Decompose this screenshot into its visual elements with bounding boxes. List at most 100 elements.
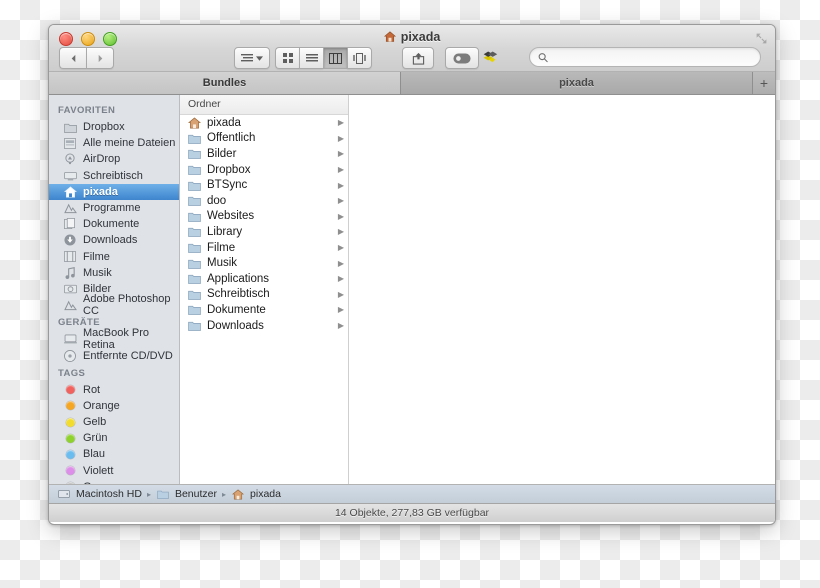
sidebar-item-alle-meine-dateien[interactable]: Alle meine Dateien <box>49 135 179 151</box>
list-item[interactable]: Dokumente ▶ <box>180 302 348 318</box>
sidebar-item-tag-gruen[interactable]: Grün <box>49 430 179 446</box>
sidebar-item-pixada[interactable]: pixada <box>49 183 179 200</box>
disclosure-triangle-icon[interactable]: ▶ <box>338 321 344 330</box>
sidebar-item-label: Entfernte CD/DVD <box>83 349 173 362</box>
sidebar-section-tags: TAGS <box>58 367 86 379</box>
sidebar-item-label: Filme <box>83 250 110 263</box>
list-item[interactable]: Dropbox ▶ <box>180 162 348 178</box>
fullscreen-arrows-icon[interactable] <box>755 32 768 45</box>
sidebar-item-tag-violett[interactable]: Violett <box>49 463 179 479</box>
list-item[interactable]: Bilder ▶ <box>180 146 348 162</box>
list-item-label: Applications <box>207 272 270 285</box>
sidebar-item-musik[interactable]: Musik <box>49 265 179 281</box>
forward-button[interactable] <box>86 47 114 69</box>
disclosure-triangle-icon[interactable]: ▶ <box>338 134 344 143</box>
list-item-label: Library <box>207 225 243 238</box>
sidebar-item-airdrop[interactable]: AirDrop <box>49 151 179 167</box>
sidebar: FAVORITEN Dropbox Alle meine Dateien Air… <box>49 95 180 484</box>
disclosure-triangle-icon[interactable]: ▶ <box>338 118 344 127</box>
list-item[interactable]: Library ▶ <box>180 224 348 240</box>
sidebar-item-downloads[interactable]: Downloads <box>49 232 179 248</box>
list-item[interactable]: Downloads ▶ <box>180 318 348 334</box>
sidebar-item-tag-orange[interactable]: Orange <box>49 398 179 414</box>
sidebar-item-label: Blau <box>83 448 106 461</box>
list-item[interactable]: BTSync ▶ <box>180 177 348 193</box>
list-item[interactable]: Schreibtisch ▶ <box>180 287 348 303</box>
tag-dot-icon <box>63 416 77 429</box>
dropbox-app-icon[interactable] <box>481 46 499 66</box>
disclosure-triangle-icon[interactable]: ▶ <box>338 274 344 283</box>
list-item[interactable]: Öffentlich ▶ <box>180 131 348 147</box>
column-view-button[interactable] <box>323 47 347 69</box>
list-item[interactable]: Websites ▶ <box>180 209 348 225</box>
sidebar-item-programme[interactable]: Programme <box>49 200 179 216</box>
tag-button[interactable] <box>445 47 479 69</box>
coverflow-view-button[interactable] <box>347 47 372 69</box>
tab-label: Bundles <box>202 77 247 89</box>
disclosure-triangle-icon[interactable]: ▶ <box>338 165 344 174</box>
sidebar-item-label: Musik <box>83 266 112 279</box>
new-tab-label: + <box>759 75 769 91</box>
disclosure-triangle-icon[interactable]: ▶ <box>338 212 344 221</box>
breadcrumb-label[interactable]: pixada <box>250 488 281 500</box>
folder-icon <box>187 225 201 238</box>
tab-bundles[interactable]: Bundles <box>49 72 401 94</box>
music-note-icon <box>63 266 77 279</box>
sidebar-item-adobe-photoshop-cc[interactable]: Adobe Photoshop CC <box>49 293 179 317</box>
search-input[interactable] <box>553 50 752 64</box>
column-folders: Ordner pixada ▶ Öffentlich ▶ Bilder ▶ Dr… <box>180 95 349 484</box>
breadcrumb-label[interactable]: Benutzer <box>175 488 217 500</box>
sidebar-item-tag-grau[interactable]: Grau <box>49 479 179 484</box>
view-mode-group <box>275 47 372 69</box>
disclosure-triangle-icon[interactable]: ▶ <box>338 305 344 314</box>
folder-icon <box>187 132 201 145</box>
sidebar-item-tag-rot[interactable]: Rot <box>49 382 179 398</box>
tag-dot-icon <box>63 464 77 477</box>
sidebar-item-dokumente[interactable]: Dokumente <box>49 216 179 232</box>
finder-window: pixada Bundles pixada + FAVORITEN Dropbo… <box>48 24 776 525</box>
search-field[interactable] <box>529 47 761 67</box>
sidebar-item-filme[interactable]: Filme <box>49 249 179 265</box>
breadcrumb-label[interactable]: Macintosh HD <box>76 488 142 500</box>
window-title-text: pixada <box>400 30 441 44</box>
share-button[interactable] <box>402 47 434 69</box>
list-item[interactable]: Musik ▶ <box>180 255 348 271</box>
disclosure-triangle-icon[interactable]: ▶ <box>338 290 344 299</box>
sidebar-item-label: Dropbox <box>83 121 125 134</box>
list-item-label: pixada <box>207 116 241 129</box>
sidebar-item-tag-gelb[interactable]: Gelb <box>49 414 179 430</box>
list-item-label: Filme <box>207 241 236 254</box>
home-icon <box>63 185 77 198</box>
list-item[interactable]: pixada ▶ <box>180 115 348 131</box>
list-item-label: Downloads <box>207 319 264 332</box>
list-lines-icon <box>305 53 318 61</box>
path-bar: Macintosh HD ▸ Benutzer ▸ pixada <box>49 484 775 504</box>
sidebar-item-label: Grau <box>83 481 107 484</box>
sidebar-item-tag-blau[interactable]: Blau <box>49 446 179 462</box>
disclosure-triangle-icon[interactable]: ▶ <box>338 227 344 236</box>
list-item[interactable]: Applications ▶ <box>180 271 348 287</box>
new-tab-button[interactable]: + <box>753 72 775 94</box>
sidebar-item-schreibtisch[interactable]: Schreibtisch <box>49 168 179 184</box>
sidebar-item-macbook-pro-retina[interactable]: MacBook Pro Retina <box>49 327 179 351</box>
arrange-button[interactable] <box>234 47 270 69</box>
forward-arrow-icon <box>98 54 102 62</box>
disclosure-triangle-icon[interactable]: ▶ <box>338 149 344 158</box>
sidebar-item-dropbox[interactable]: Dropbox <box>49 119 179 135</box>
sidebar-item-entfernte-cd-dvd[interactable]: Entfernte CD/DVD <box>49 347 179 363</box>
back-button[interactable] <box>59 47 86 69</box>
list-view-button[interactable] <box>299 47 323 69</box>
disclosure-triangle-icon[interactable]: ▶ <box>338 243 344 252</box>
columns-icon <box>329 52 342 64</box>
disclosure-triangle-icon[interactable]: ▶ <box>338 259 344 268</box>
tag-dot-icon <box>63 432 77 445</box>
documents-icon <box>63 218 77 231</box>
tab-pixada[interactable]: pixada <box>401 72 753 94</box>
list-item[interactable]: doo ▶ <box>180 193 348 209</box>
disclosure-triangle-icon[interactable]: ▶ <box>338 196 344 205</box>
icon-view-button[interactable] <box>275 47 299 69</box>
disclosure-triangle-icon[interactable]: ▶ <box>338 181 344 190</box>
folder-icon <box>187 303 201 316</box>
list-item[interactable]: Filme ▶ <box>180 240 348 256</box>
column-preview-empty[interactable] <box>349 95 775 484</box>
